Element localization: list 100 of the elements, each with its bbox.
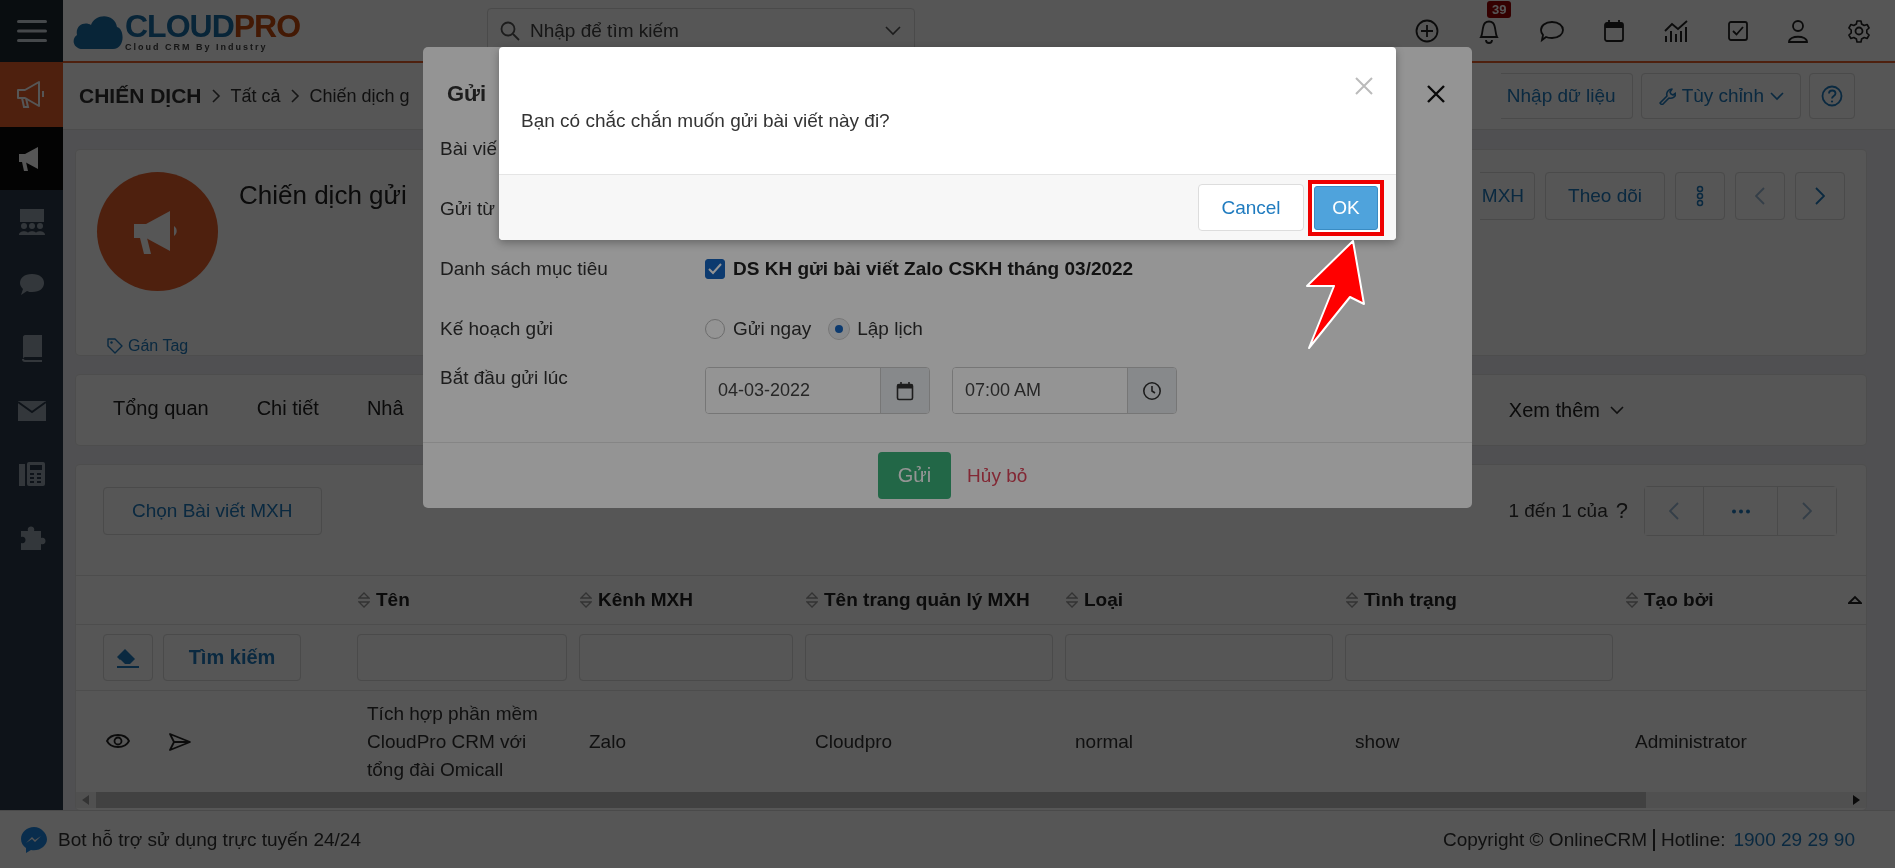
tag-icon xyxy=(107,338,123,354)
logo-text: PRO xyxy=(233,7,301,44)
chevron-right-icon xyxy=(1802,502,1812,520)
kebab-icon xyxy=(1696,185,1704,207)
sort-icon[interactable] xyxy=(1626,591,1638,609)
chart-icon[interactable] xyxy=(1663,18,1689,43)
sort-icon[interactable] xyxy=(358,591,370,609)
pagination-help[interactable]: ? xyxy=(1615,498,1628,524)
mail-icon xyxy=(16,399,47,422)
customize-button[interactable]: Tùy chỉnh xyxy=(1640,73,1801,119)
radio-button[interactable] xyxy=(705,319,725,339)
tab[interactable]: Nhâ xyxy=(366,375,404,445)
breadcrumb-link[interactable]: Chiến dịch g xyxy=(309,85,410,107)
task-checkbox-icon[interactable] xyxy=(1727,19,1749,42)
checkbox[interactable] xyxy=(705,259,725,279)
notification-badge: 39 xyxy=(1487,0,1512,18)
field-label: Danh sách mục tiêu xyxy=(440,258,609,280)
field-label: Bắt đầu gửi lúc xyxy=(440,367,569,389)
search-icon xyxy=(500,20,520,41)
table-cell: Tích hợp phần mềm CloudPro CRM với tổng đài Omicall xyxy=(367,702,538,780)
field-label: Kế hoạch gửi xyxy=(440,318,555,340)
calendar-icon[interactable] xyxy=(1603,18,1625,43)
help-button[interactable] xyxy=(1809,73,1855,119)
table-cell: Zalo xyxy=(589,730,626,752)
more-options-button[interactable] xyxy=(1675,172,1725,220)
sort-icon[interactable] xyxy=(806,591,818,609)
logo-tagline: Cloud CRM By Industry xyxy=(125,41,269,52)
help-icon xyxy=(1821,85,1843,107)
add-tag-link[interactable]: Gán Tag xyxy=(107,337,189,355)
select-post-button[interactable]: Chọn Bài viết MXH xyxy=(103,487,322,535)
column-header[interactable]: Tên trang quản lý MXH xyxy=(824,589,1030,611)
previous-button[interactable] xyxy=(1735,172,1785,220)
tab[interactable]: Chi tiết xyxy=(256,375,319,445)
sort-up-icon[interactable] xyxy=(1848,595,1862,605)
chevron-down-icon xyxy=(885,25,901,36)
send-button[interactable]: Gửi xyxy=(877,452,952,499)
clear-filter-button[interactable] xyxy=(103,634,153,682)
time-field[interactable]: 07:00 AM xyxy=(952,367,1177,414)
radio-label: Lập lịch xyxy=(857,318,923,340)
copyright-text: Copyright © OnlineCRM xyxy=(1443,828,1648,851)
breadcrumb-link[interactable]: Tất cả xyxy=(230,85,281,107)
column-header[interactable]: Tình trạng xyxy=(1364,589,1457,611)
menu-button[interactable] xyxy=(0,0,63,62)
chevron-left-icon xyxy=(1669,502,1679,520)
cancel-button[interactable]: Cancel xyxy=(1198,184,1304,231)
search-button[interactable]: Tìm kiếm xyxy=(163,634,301,682)
presentation-icon xyxy=(16,207,47,236)
checkbox-label: DS KH gửi bài viết Zalo CSKH tháng 03/2022 xyxy=(733,258,1134,280)
sort-icon[interactable] xyxy=(1346,591,1358,609)
menu-icon xyxy=(16,18,47,43)
import-button[interactable]: Nhập dữ liệu xyxy=(1500,73,1633,119)
hotline-label: Hotline: xyxy=(1661,828,1726,851)
ok-button[interactable]: OK xyxy=(1314,185,1378,230)
cancel-link[interactable]: Hủy bỏ xyxy=(967,464,1028,487)
social-button[interactable]: MXH xyxy=(1479,172,1536,220)
chat-icon[interactable] xyxy=(1539,18,1565,43)
module-tile[interactable] xyxy=(0,63,63,127)
chevron-right-icon xyxy=(290,89,300,103)
breadcrumb-link[interactable]: CHIẾN DỊCH xyxy=(79,84,202,108)
user-icon[interactable] xyxy=(1787,18,1809,43)
sidebar-item[interactable] xyxy=(0,127,63,190)
column-header[interactable]: Tạo bởi xyxy=(1644,589,1714,611)
more-pages-button[interactable] xyxy=(1703,487,1778,535)
record-title: Chiến dịch gửi xyxy=(239,180,407,212)
tab[interactable]: Tổng quan xyxy=(113,375,209,445)
sort-icon[interactable] xyxy=(1066,591,1078,609)
date-field[interactable]: 04-03-2022 xyxy=(705,367,930,414)
scroll-left-icon xyxy=(82,795,90,805)
sort-icon[interactable] xyxy=(580,591,592,609)
caret-icon xyxy=(1770,91,1784,101)
chevron-right-icon xyxy=(1815,187,1825,205)
dialog-title: Gửi xyxy=(447,81,487,107)
field-label: Gửi từ xyxy=(440,198,496,220)
ellipsis-icon xyxy=(1730,508,1751,514)
book-icon xyxy=(19,333,44,362)
messenger-icon[interactable] xyxy=(20,825,48,854)
next-button[interactable] xyxy=(1795,172,1845,220)
column-header[interactable]: Tên xyxy=(376,589,410,611)
chevron-right-icon xyxy=(211,89,221,103)
eraser-icon xyxy=(115,646,141,669)
scroll-right-icon xyxy=(1852,795,1860,805)
clock-icon xyxy=(1142,380,1162,401)
fax-icon xyxy=(17,459,46,488)
follow-button[interactable]: Theo dõi xyxy=(1545,172,1665,220)
close-icon[interactable] xyxy=(1426,84,1446,104)
hotline-link[interactable]: 1900 29 29 90 xyxy=(1733,828,1855,851)
table-cell: Administrator xyxy=(1635,730,1747,752)
column-header[interactable]: Kênh MXH xyxy=(598,589,693,611)
send-icon[interactable] xyxy=(168,731,192,752)
chevron-left-icon xyxy=(1755,187,1765,205)
view-icon[interactable] xyxy=(106,731,130,750)
field-label: Bài viế xyxy=(440,138,499,160)
settings-icon[interactable] xyxy=(1847,18,1871,43)
add-icon[interactable] xyxy=(1415,18,1439,43)
confirm-message: Bạn có chắc chắn muốn gửi bài viết này đi? xyxy=(521,109,890,132)
pagination-text: 1 đến 1 của xyxy=(1508,500,1608,522)
column-header[interactable]: Loại xyxy=(1084,589,1124,611)
horizontal-scrollbar[interactable] xyxy=(76,792,1866,808)
logo-text: CLOUD xyxy=(125,7,234,44)
more-tabs-dropdown[interactable]: Xem thêm xyxy=(1508,398,1624,422)
